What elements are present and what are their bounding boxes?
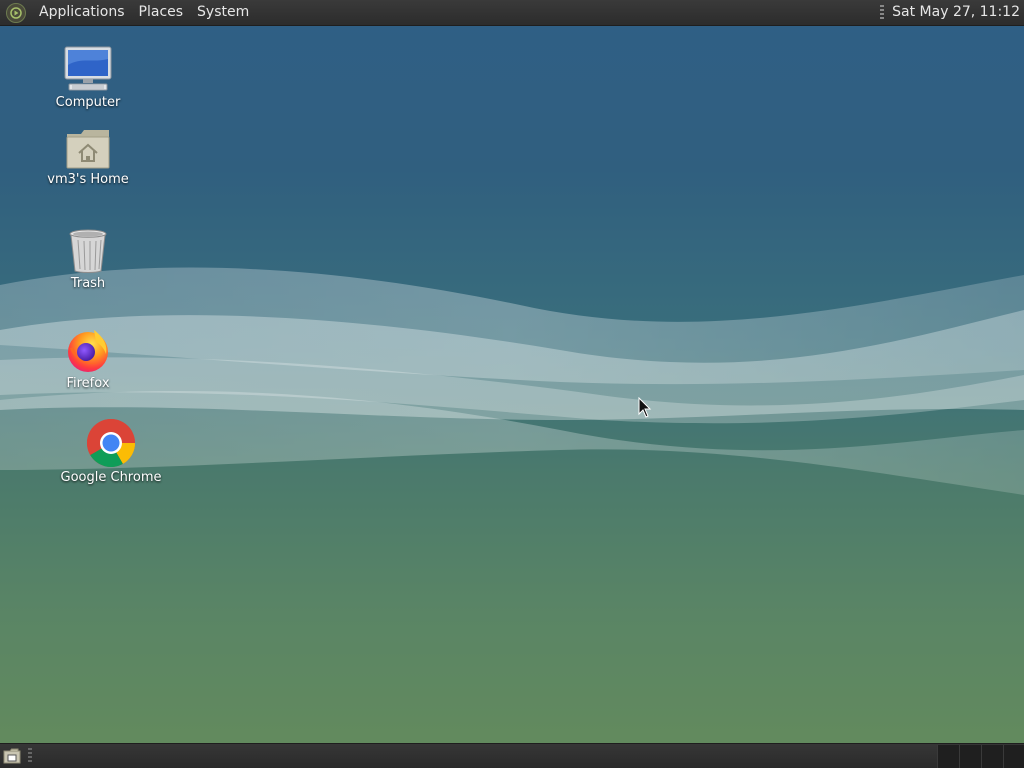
- desktop-icon-label: Google Chrome: [60, 470, 162, 485]
- desktop-icon-label: Computer: [55, 95, 121, 110]
- computer-icon: [64, 46, 112, 91]
- menu-places[interactable]: Places: [132, 0, 191, 25]
- firefox-icon: [68, 330, 108, 372]
- clock[interactable]: Sat May 27, 11:12: [892, 0, 1024, 25]
- workspace-3[interactable]: [981, 745, 1003, 768]
- workspace-2[interactable]: [959, 745, 981, 768]
- show-desktop-icon[interactable]: [3, 748, 21, 764]
- desktop-icon-computer[interactable]: Computer: [52, 45, 124, 110]
- panel-handle: [880, 4, 885, 21]
- menu-logo-icon[interactable]: [6, 2, 26, 23]
- workspace-1[interactable]: [937, 745, 959, 768]
- workspace-4[interactable]: [1003, 745, 1024, 768]
- top-panel: Applications Places System Sat May 27, 1…: [0, 0, 1024, 26]
- chrome-icon: [86, 419, 135, 468]
- trash-icon: [69, 229, 107, 273]
- desktop-icon-trash[interactable]: Trash: [52, 228, 124, 291]
- panel-handle: [28, 748, 32, 764]
- desktop-icon-home[interactable]: vm3's Home: [47, 128, 129, 187]
- menu-system[interactable]: System: [190, 0, 256, 25]
- desktop-icon-label: vm3's Home: [47, 172, 129, 187]
- menu-applications[interactable]: Applications: [32, 0, 132, 25]
- mouse-cursor-icon: [638, 397, 652, 418]
- wallpaper-waves: [0, 267, 1024, 495]
- desktop-icon-firefox[interactable]: Firefox: [52, 326, 124, 391]
- home-folder-icon: [66, 130, 110, 169]
- desktop-icon-chrome[interactable]: Google Chrome: [58, 418, 164, 485]
- desktop-icon-label: Trash: [70, 276, 106, 291]
- bottom-panel: [0, 743, 1024, 768]
- desktop-icon-label: Firefox: [66, 376, 110, 391]
